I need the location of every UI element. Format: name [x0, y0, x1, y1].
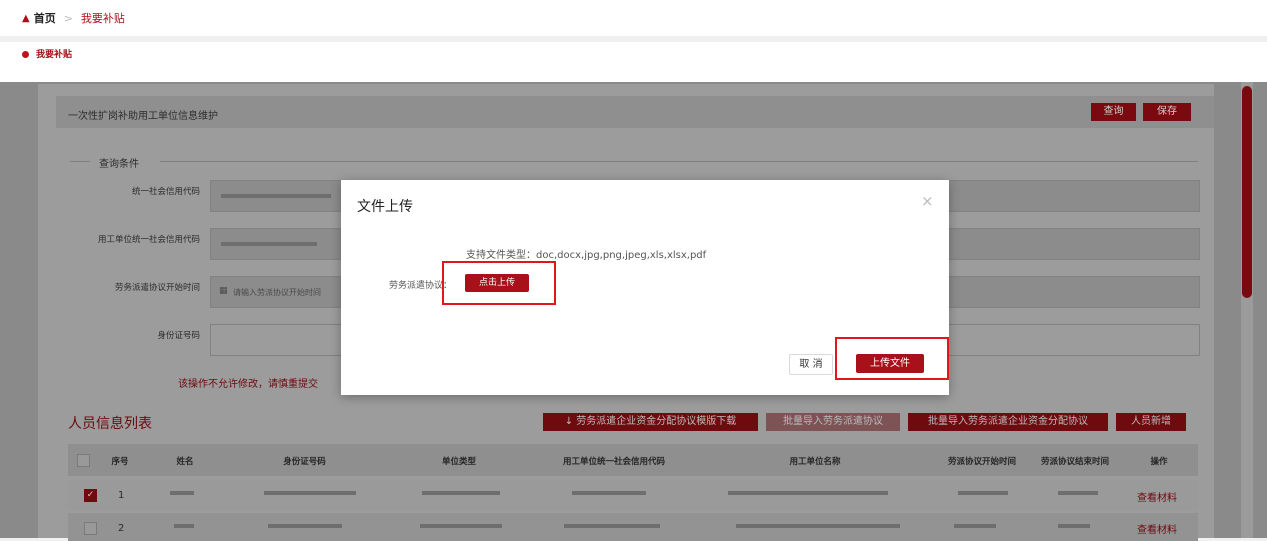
section-divider	[70, 161, 90, 162]
breadcrumb-separator: >	[63, 11, 73, 25]
column-header: 序号	[111, 457, 129, 467]
panel-title: 一次性扩岗补助用工单位信息维护	[68, 111, 218, 122]
query-section-title: 查询条件	[99, 159, 139, 170]
redacted-employer-name	[736, 524, 900, 528]
template-download-label: 劳务派遣企业资金分配协议模版下载	[576, 416, 737, 427]
add-person-button[interactable]: 人员新增	[1116, 413, 1186, 431]
redacted-value	[221, 242, 317, 246]
status-dot	[22, 51, 29, 58]
upload-file-button[interactable]: 上传文件	[856, 354, 924, 373]
column-header: 单位类型	[441, 457, 476, 467]
redacted-unit-type	[420, 524, 502, 528]
select-all-checkbox[interactable]	[77, 454, 90, 467]
section-divider	[160, 161, 1198, 162]
import-allocation-button[interactable]: 批量导入劳务派遣企业资金分配协议	[908, 413, 1108, 431]
scrollbar-thumb[interactable]	[1242, 86, 1252, 298]
redacted-end-date	[1058, 491, 1098, 495]
redacted-start-date	[958, 491, 1008, 495]
top-bar	[0, 0, 1267, 36]
column-header: 姓名	[176, 457, 194, 467]
redacted-employer-code	[564, 524, 660, 528]
panel-header	[56, 96, 1214, 128]
column-header: 用工单位名称	[789, 457, 841, 467]
home-icon[interactable]: ▲	[22, 13, 30, 24]
close-icon[interactable]: ×	[921, 192, 934, 210]
field-label-id-number: 身份证号码	[157, 331, 200, 341]
start-date-placeholder: 请输入劳派协议开始时间	[233, 288, 321, 297]
check-icon[interactable]: ✓	[84, 489, 97, 502]
redacted-unit-type	[422, 491, 500, 495]
column-header: 身份证号码	[283, 457, 326, 467]
table-row: ✓ 1 查看材料	[68, 480, 1198, 510]
vertical-scrollbar[interactable]	[1241, 82, 1253, 538]
breadcrumb-current[interactable]: 我要补贴	[81, 10, 125, 26]
field-label-start-date: 劳务派遣协议开始时间	[114, 283, 200, 293]
calendar-icon: ▦	[219, 286, 228, 296]
redacted-start-date	[954, 524, 996, 528]
download-icon: ↓	[564, 416, 574, 427]
query-button[interactable]: 查询	[1091, 103, 1136, 121]
redacted-id	[268, 524, 342, 528]
column-header: 操作	[1150, 457, 1168, 467]
view-material-link[interactable]: 查看材料	[1137, 489, 1177, 504]
row-checkbox[interactable]	[84, 522, 97, 535]
row-index: 2	[118, 523, 125, 534]
dialog-title: 文件上传	[357, 199, 413, 215]
choose-file-button[interactable]: 点击上传	[465, 274, 529, 292]
save-button[interactable]: 保存	[1143, 103, 1191, 121]
table-row: 2 查看材料	[68, 513, 1198, 541]
column-header: 用工单位统一社会信用代码	[562, 457, 665, 467]
redacted-name	[174, 524, 194, 528]
warning-text: 该操作不允许修改，请慎重提交	[178, 379, 318, 390]
import-agreement-button[interactable]: 批量导入劳务派遣协议	[766, 413, 900, 431]
subheader: 我要补贴	[0, 42, 1267, 82]
list-title: 人员信息列表	[68, 416, 152, 432]
redacted-employer-name	[728, 491, 888, 495]
column-header: 劳派协议开始时间	[947, 457, 1016, 467]
template-download-button[interactable]: ↓ 劳务派遣企业资金分配协议模版下载	[543, 413, 758, 431]
redacted-employer-code	[572, 491, 646, 495]
redacted-value	[221, 194, 331, 198]
view-material-link[interactable]: 查看材料	[1137, 521, 1177, 536]
breadcrumb-home[interactable]: 首页	[34, 10, 56, 26]
redacted-name	[170, 491, 194, 495]
cancel-button[interactable]: 取 消	[789, 354, 833, 375]
field-label-credit-code: 统一社会信用代码	[131, 187, 200, 197]
subheader-title: 我要补贴	[36, 50, 73, 60]
redacted-end-date	[1058, 524, 1090, 528]
upload-dialog: 文件上传 × 支持文件类型：doc,docx,jpg,png,jpeg,xls,…	[341, 180, 949, 395]
supported-types-text: 支持文件类型：doc,docx,jpg,png,jpeg,xls,xlsx,pd…	[466, 250, 707, 261]
redacted-id	[264, 491, 356, 495]
field-label-employer-credit-code: 用工单位统一社会信用代码	[97, 235, 200, 245]
row-index: 1	[118, 490, 125, 501]
column-header: 劳派协议结束时间	[1040, 457, 1109, 467]
breadcrumb: ▲ 首页 > 我要补贴	[22, 10, 125, 26]
